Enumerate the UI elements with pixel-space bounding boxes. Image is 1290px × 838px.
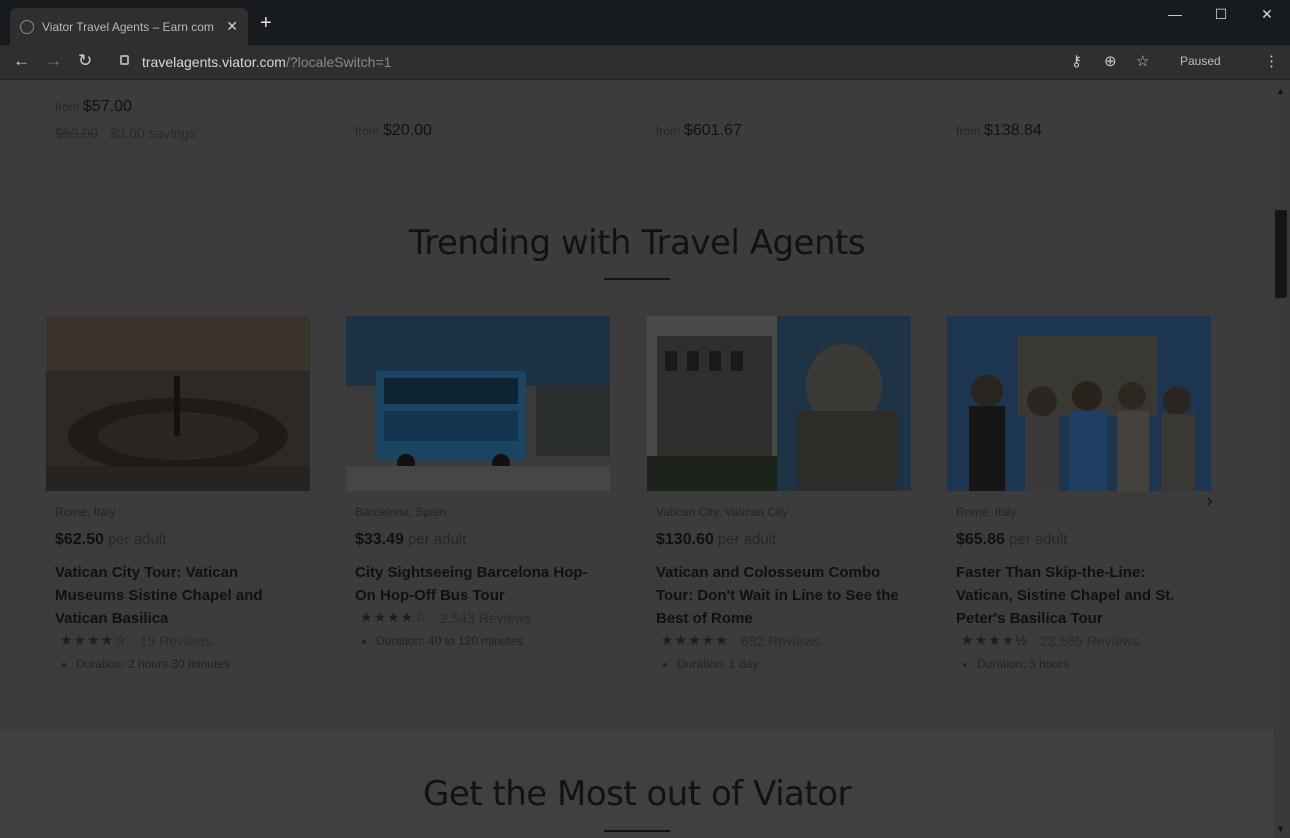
tour-rating: ★★★★½ 23,565 Reviews [961, 632, 1211, 649]
tour-name[interactable]: Vatican City Tour: Vatican Museums Sisti… [55, 561, 301, 630]
tour-rating: ★★★★☆ 2,543 Reviews [360, 609, 610, 626]
per-unit: per adult [717, 531, 777, 548]
tour-location: Rome, Italy [55, 505, 116, 519]
tour-name[interactable]: City Sightseeing Barcelona Hop-On Hop-Of… [355, 561, 601, 607]
photo-st-peters-square [46, 316, 310, 491]
menu-dots-icon[interactable]: ⋮ [1264, 52, 1279, 70]
minimize-button[interactable]: — [1152, 6, 1198, 22]
url-field[interactable]: travelagents.viator.com/?localeSwitch=1 [142, 54, 391, 70]
tour-details: Duration: 2 hours 30 minutes [64, 657, 310, 671]
scrollbar[interactable] [1274, 80, 1290, 838]
tour-duration: Duration: 2 hours 30 minutes [76, 657, 310, 671]
price-amount: $20.00 [383, 122, 432, 139]
old-price-value: $60.00 [55, 125, 98, 141]
tour-location: Barcelona, Spain [355, 505, 447, 519]
tour-card[interactable]: Barcelona, Spain $33.49 per adult City Si… [346, 316, 610, 648]
tour-duration: Duration: 40 to 120 minutes [376, 634, 610, 648]
url-host: travelagents.viator.com [142, 54, 286, 70]
top-price-4: from $138.84 [956, 122, 1042, 140]
page-viewport: from $57.00 $60.00 $3.00 savings from $2… [0, 80, 1274, 838]
star-rating-icon: ★★★★½ [961, 632, 1028, 648]
tour-price: $130.60 per adult [656, 531, 911, 549]
savings-label: $3.00 savings [109, 125, 197, 141]
section-title-most-out: Get the Most out of Viator [423, 774, 851, 814]
top-price-2: from $20.00 [355, 122, 432, 140]
per-unit: per adult [407, 531, 467, 548]
title-divider [604, 278, 670, 280]
price-prefix: from [355, 124, 379, 138]
per-unit: per adult [1008, 531, 1068, 548]
star-rating-icon: ★★★★★ [661, 632, 729, 648]
tour-price: $62.50 per adult [55, 531, 310, 549]
price-amount: $601.67 [684, 122, 742, 139]
star-rating-icon: ★★★★☆ [360, 609, 428, 625]
photo-colosseum-basilica [647, 316, 911, 491]
close-window-button[interactable]: ✕ [1244, 6, 1290, 23]
tab-close-icon[interactable]: ✕ [226, 18, 238, 35]
tour-card[interactable]: Vatican City, Vatican City $130.60 per ad… [647, 316, 911, 671]
tour-photo[interactable] [46, 316, 310, 491]
price-prefix: from [956, 124, 980, 138]
back-arrow-icon[interactable]: ← [13, 51, 30, 71]
tour-name[interactable]: Faster Than Skip-the-Line: Vatican, Sist… [956, 561, 1202, 630]
review-count[interactable]: 19 Reviews [140, 633, 212, 649]
tour-price: $65.86 per adult [956, 531, 1211, 549]
profile-status[interactable]: Paused [1180, 54, 1221, 68]
photo-barcelona-bus [346, 316, 610, 491]
price-prefix: from [55, 100, 79, 114]
price-amount: $138.84 [984, 122, 1042, 139]
tour-details: Duration: 1 day [665, 657, 911, 671]
review-count[interactable]: 23,565 Reviews [1040, 633, 1140, 649]
top-price-3: from $601.67 [656, 122, 742, 140]
tour-photo[interactable] [647, 316, 911, 491]
review-count[interactable]: 682 Reviews [741, 633, 821, 649]
browser-tab[interactable]: Viator Travel Agents – Earn com ✕ [10, 8, 248, 45]
tour-photo[interactable] [947, 316, 1211, 491]
new-tab-button[interactable]: + [260, 13, 272, 33]
zoom-icon[interactable]: ⊕ [1104, 52, 1117, 70]
price-prefix: from [656, 124, 680, 138]
tour-location: Vatican City, Vatican City [656, 505, 789, 519]
address-bar: ← → ↻ travelagents.viator.com/?localeSwi… [0, 45, 1290, 80]
old-price: $60.00 $3.00 savings [55, 125, 196, 141]
forward-arrow-icon[interactable]: → [45, 51, 62, 71]
scrollbar-thumb[interactable] [1275, 210, 1287, 298]
scroll-down-icon[interactable]: ▼ [1276, 824, 1285, 834]
tab-title: Viator Travel Agents – Earn com [42, 19, 214, 34]
tour-rating: ★★★★☆ 19 Reviews [60, 632, 310, 649]
photo-tour-group [947, 316, 1211, 491]
star-rating-icon: ★★★★☆ [60, 632, 128, 648]
tour-duration: Duration: 3 hours [977, 657, 1211, 671]
tour-location: Rome, Italy [956, 505, 1017, 519]
reload-icon[interactable]: ↻ [78, 51, 92, 71]
tour-price-value: $62.50 [55, 531, 104, 548]
tour-name[interactable]: Vatican and Colosseum Combo Tour: Don't … [656, 561, 902, 630]
tour-details: Duration: 3 hours [965, 657, 1211, 671]
review-count[interactable]: 2,543 Reviews [440, 610, 532, 626]
bookmark-star-icon[interactable]: ☆ [1136, 52, 1149, 70]
tour-price-value: $33.49 [355, 531, 404, 548]
price-amount: $57.00 [83, 98, 132, 115]
tour-price-value: $130.60 [656, 531, 714, 548]
lock-icon [120, 55, 129, 65]
tour-details: Duration: 40 to 120 minutes [364, 634, 610, 648]
browser-titlebar: Viator Travel Agents – Earn com ✕ + — ☐ … [0, 0, 1290, 45]
maximize-button[interactable]: ☐ [1198, 6, 1244, 23]
tour-duration: Duration: 1 day [677, 657, 911, 671]
tour-photo[interactable] [346, 316, 610, 491]
tour-card[interactable]: Rome, Italy $65.86 per adult Faster Than … [947, 316, 1211, 671]
favicon-icon [20, 19, 34, 34]
per-unit: per adult [107, 531, 167, 548]
carousel-next-icon[interactable]: › [1206, 490, 1213, 513]
scroll-up-icon[interactable]: ▲ [1276, 86, 1285, 96]
key-icon[interactable]: ⚷ [1071, 52, 1082, 70]
top-price-1: from $57.00 [55, 98, 132, 116]
url-path: /?localeSwitch=1 [285, 54, 392, 70]
title-divider [604, 830, 670, 832]
tour-price: $33.49 per adult [355, 531, 610, 549]
tour-card[interactable]: Rome, Italy $62.50 per adult Vatican City… [46, 316, 310, 671]
tour-price-value: $65.86 [956, 531, 1005, 548]
tour-rating: ★★★★★ 682 Reviews [661, 632, 911, 649]
section-title: Trending with Travel Agents [408, 223, 866, 263]
